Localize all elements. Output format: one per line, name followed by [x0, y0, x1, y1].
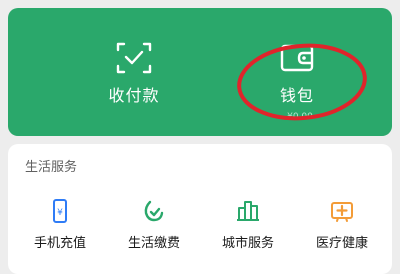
- medical-health-icon: [331, 202, 353, 222]
- wallet-label: 钱包: [279, 86, 314, 105]
- collect-pay-button[interactable]: 收付款: [74, 40, 194, 116]
- service-bill-payment[interactable]: 生活缴费: [109, 198, 199, 251]
- life-services-card: 生活服务 ¥ 手机充值 生活缴费 城市服务 医疗健康: [8, 144, 392, 274]
- mobile-topup-icon: ¥: [53, 199, 67, 223]
- city-services-icon: [237, 201, 259, 221]
- svg-text:¥: ¥: [57, 208, 63, 218]
- wallet-balance: ¥0.00: [287, 112, 313, 122]
- wallet-icon: [280, 44, 314, 72]
- service-medical-health[interactable]: 医疗健康: [297, 198, 387, 251]
- service-label: 医疗健康: [315, 236, 368, 251]
- scan-frame-icon: [116, 42, 152, 74]
- service-label: 生活缴费: [127, 236, 180, 251]
- service-city-services[interactable]: 城市服务: [203, 198, 293, 251]
- service-label: 手机充值: [33, 236, 86, 251]
- wallet-panel: 收付款 钱包 ¥0.00: [8, 8, 392, 136]
- service-label: 城市服务: [221, 236, 274, 251]
- collect-pay-label: 收付款: [108, 86, 160, 105]
- bill-payment-icon: [144, 200, 164, 222]
- section-title: 生活服务: [25, 160, 78, 175]
- wallet-button[interactable]: 钱包: [237, 40, 357, 116]
- service-mobile-topup[interactable]: ¥ 手机充值: [15, 198, 105, 251]
